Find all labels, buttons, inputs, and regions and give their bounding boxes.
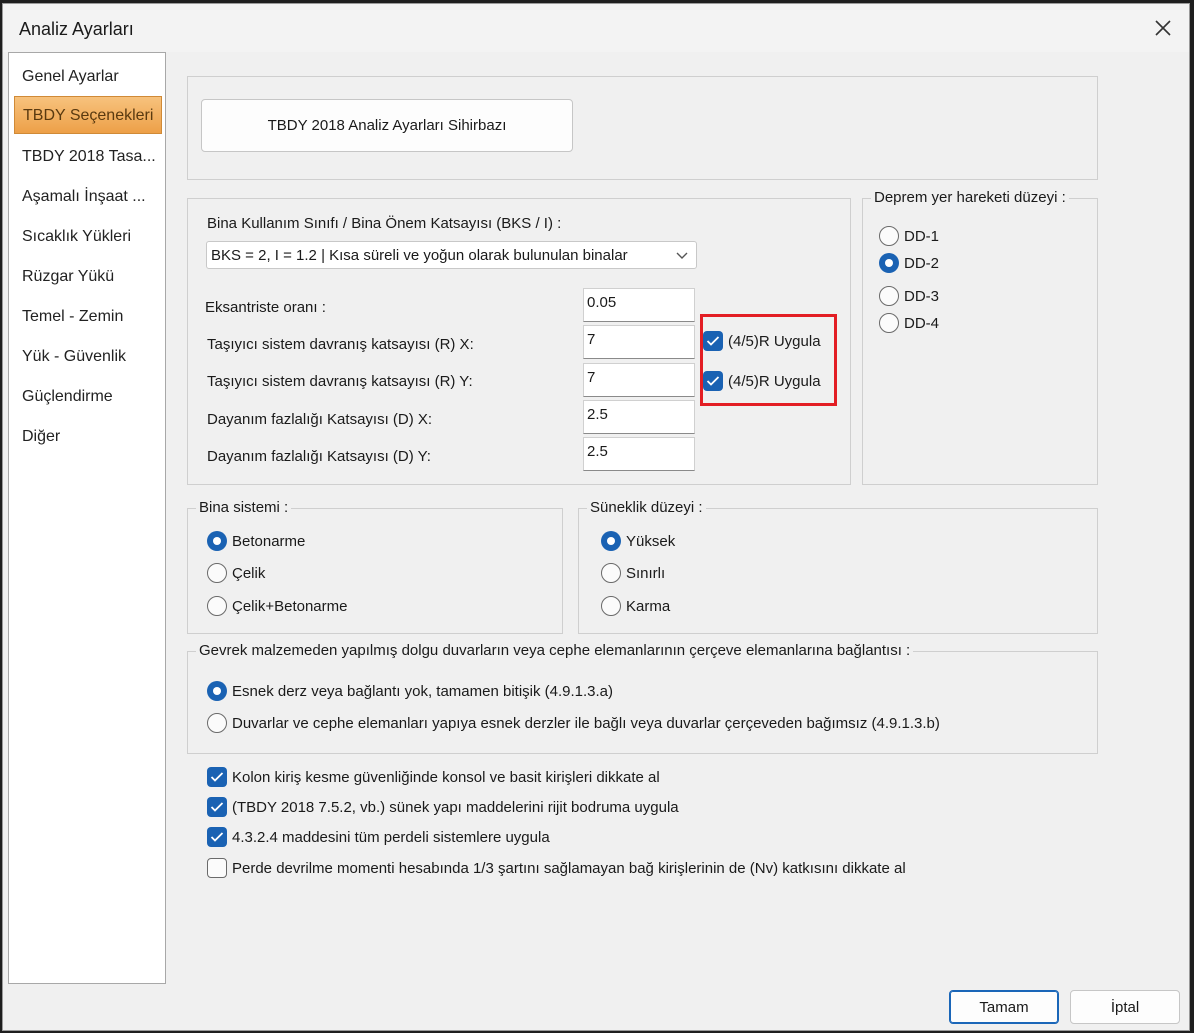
deprem-title: Deprem yer hareketi düzeyi : <box>871 189 1069 206</box>
tbdy-options-panel: TBDY 2018 Analiz Ayarları Sihirbazı Bina… <box>167 52 1189 984</box>
perde-devrilme-label: Perde devrilme momenti hesabında 1/3 şar… <box>232 859 906 877</box>
sidebar-item-yuk-guvenlik[interactable]: Yük - Güvenlik <box>9 338 165 376</box>
sidebar-item-temel-zemin[interactable]: Temel - Zemin <box>9 298 165 336</box>
radio-selected-icon <box>601 531 621 551</box>
sinirli-label: Sınırlı <box>626 564 666 582</box>
radio-dd-4[interactable]: DD-4 <box>879 313 939 333</box>
radio-celik-betonarme[interactable]: Çelik+Betonarme <box>207 596 347 616</box>
radio-esnek-derz-yok[interactable]: Esnek derz veya bağlantı yok, tamamen bi… <box>207 681 613 701</box>
esnek-derz-yok-label: Esnek derz veya bağlantı yok, tamamen bi… <box>232 682 614 700</box>
wizard-group: TBDY 2018 Analiz Ayarları Sihirbazı <box>187 76 1098 180</box>
radio-betonarme[interactable]: Betonarme <box>207 531 305 551</box>
radio-icon <box>879 226 899 246</box>
radio-dd-1[interactable]: DD-1 <box>879 226 939 246</box>
analysis-settings-dialog: Analiz Ayarları Genel Ayarlar TBDY Seçen… <box>2 3 1190 1031</box>
title-bar: Analiz Ayarları <box>3 4 1189 52</box>
dy-label: Dayanım fazlalığı Katsayısı (D) Y: <box>207 448 431 465</box>
perdeli-sistemler-label: 4.3.2.4 maddesini tüm perdeli sistemlere… <box>232 828 550 846</box>
r45-y-checkbox[interactable]: (4/5)R Uygula <box>703 371 821 391</box>
window-title: Analiz Ayarları <box>19 19 134 39</box>
checkbox-checked-icon <box>207 767 227 787</box>
checkbox-perde-devrilme[interactable]: Perde devrilme momenti hesabında 1/3 şar… <box>207 858 906 878</box>
ok-button[interactable]: Tamam <box>949 990 1059 1024</box>
close-button[interactable] <box>1149 14 1177 42</box>
radio-icon <box>601 596 621 616</box>
betonarme-label: Betonarme <box>232 532 306 550</box>
eksantrisite-label: Eksantriste oranı : <box>205 299 326 316</box>
sidebar-item-tbdy-secenekleri[interactable]: TBDY Seçenekleri <box>14 96 162 134</box>
celik-betonarme-label: Çelik+Betonarme <box>232 597 348 615</box>
dx-input[interactable] <box>583 400 695 434</box>
gevrek-group: Gevrek malzemeden yapılmış dolgu duvarla… <box>187 642 1098 754</box>
radio-yuksek[interactable]: Yüksek <box>601 531 675 551</box>
sidebar-item-tbdy-2018-tasarim[interactable]: TBDY 2018 Tasa... <box>9 138 165 176</box>
karma-label: Karma <box>626 597 671 615</box>
dy-input[interactable] <box>583 437 695 471</box>
sidebar-item-genel-ayarlar[interactable]: Genel Ayarlar <box>9 58 165 96</box>
sidebar-item-diger[interactable]: Diğer <box>9 418 165 456</box>
chevron-down-icon <box>676 252 688 259</box>
radio-celik[interactable]: Çelik <box>207 563 265 583</box>
radio-dd-3[interactable]: DD-3 <box>879 286 939 306</box>
bks-selected-value: BKS = 2, I = 1.2 | Kısa süreli ve yoğun … <box>211 247 628 264</box>
dd-2-label: DD-2 <box>904 254 940 272</box>
eksantrisite-input[interactable] <box>583 288 695 322</box>
radio-selected-icon <box>207 531 227 551</box>
checkbox-unchecked-icon <box>207 858 227 878</box>
radio-icon <box>207 563 227 583</box>
sidebar-item-guclendirme[interactable]: Güçlendirme <box>9 378 165 416</box>
r45-x-label: (4/5)R Uygula <box>728 332 821 350</box>
highlight-frame <box>700 314 837 406</box>
radio-icon <box>879 313 899 333</box>
bks-label: Bina Kullanım Sınıfı / Bina Önem Katsayı… <box>207 215 562 232</box>
sidebar-item-sicaklik-yukleri[interactable]: Sıcaklık Yükleri <box>9 218 165 256</box>
kolon-kiris-label: Kolon kiriş kesme güvenliğinde konsol ve… <box>232 768 660 786</box>
bks-select[interactable]: BKS = 2, I = 1.2 | Kısa süreli ve yoğun … <box>206 241 697 269</box>
radio-esnek-derz-var[interactable]: Duvarlar ve cephe elemanları yapıya esne… <box>207 713 940 733</box>
radio-icon <box>879 286 899 306</box>
bina-sistemi-title: Bina sistemi : <box>196 499 292 516</box>
radio-icon <box>207 596 227 616</box>
r45-x-checkbox[interactable]: (4/5)R Uygula <box>703 331 821 351</box>
rijit-bodrum-label: (TBDY 2018 7.5.2, vb.) sünek yapı maddel… <box>232 798 679 816</box>
r45-y-label: (4/5)R Uygula <box>728 372 821 390</box>
sidebar-item-asamali-insaat[interactable]: Aşamalı İnşaat ... <box>9 178 165 216</box>
radio-dd-2[interactable]: DD-2 <box>879 253 939 273</box>
radio-icon <box>601 563 621 583</box>
dd-4-label: DD-4 <box>904 314 940 332</box>
rx-label: Taşıyıcı sistem davranış katsayısı (R) X… <box>207 336 474 353</box>
settings-sidebar: Genel Ayarlar TBDY Seçenekleri TBDY 2018… <box>8 52 166 984</box>
gevrek-title: Gevrek malzemeden yapılmış dolgu duvarla… <box>196 642 914 659</box>
rx-input[interactable] <box>583 325 695 359</box>
sidebar-item-ruzgar-yuku[interactable]: Rüzgar Yükü <box>9 258 165 296</box>
checkbox-rijit-bodrum[interactable]: (TBDY 2018 7.5.2, vb.) sünek yapı maddel… <box>207 797 679 817</box>
dd-1-label: DD-1 <box>904 227 940 245</box>
checkbox-perdeli-sistemler[interactable]: 4.3.2.4 maddesini tüm perdeli sistemlere… <box>207 827 550 847</box>
celik-label: Çelik <box>232 564 266 582</box>
radio-sinirli[interactable]: Sınırlı <box>601 563 665 583</box>
close-icon <box>1155 20 1171 36</box>
checkbox-checked-icon <box>703 331 723 351</box>
checkbox-kolon-kiris[interactable]: Kolon kiriş kesme güvenliğinde konsol ve… <box>207 767 660 787</box>
dx-label: Dayanım fazlalığı Katsayısı (D) X: <box>207 411 433 428</box>
cancel-button[interactable]: İptal <box>1070 990 1180 1024</box>
yuksek-label: Yüksek <box>626 532 676 550</box>
ry-label: Taşıyıcı sistem davranış katsayısı (R) Y… <box>207 373 473 390</box>
checkbox-checked-icon <box>703 371 723 391</box>
checkbox-checked-icon <box>207 797 227 817</box>
radio-selected-icon <box>207 681 227 701</box>
checkbox-checked-icon <box>207 827 227 847</box>
radio-karma[interactable]: Karma <box>601 596 670 616</box>
ry-input[interactable] <box>583 363 695 397</box>
radio-selected-icon <box>879 253 899 273</box>
radio-icon <box>207 713 227 733</box>
suneklik-title: Süneklik düzeyi : <box>587 499 706 516</box>
analysis-wizard-button[interactable]: TBDY 2018 Analiz Ayarları Sihirbazı <box>201 99 573 152</box>
esnek-derz-var-label: Duvarlar ve cephe elemanları yapıya esne… <box>232 714 940 732</box>
dd-3-label: DD-3 <box>904 287 940 305</box>
